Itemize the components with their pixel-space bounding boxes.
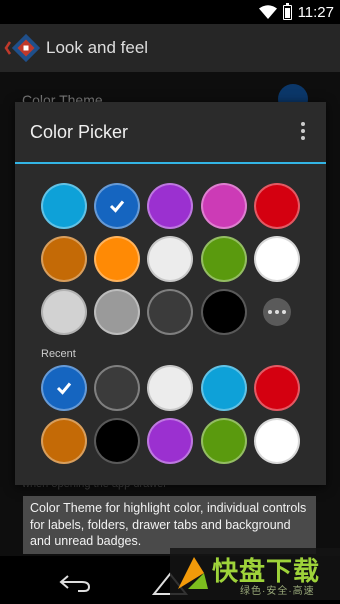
color-swatch[interactable]	[147, 289, 193, 335]
watermark-logo-icon	[178, 557, 208, 589]
color-swatch[interactable]	[41, 236, 87, 282]
color-picker-dialog: Color Picker Recent	[15, 102, 326, 485]
color-swatch[interactable]	[147, 236, 193, 282]
color-swatch[interactable]	[94, 183, 140, 229]
color-swatch[interactable]	[254, 236, 300, 282]
battery-icon	[282, 2, 292, 20]
color-swatch[interactable]	[41, 289, 87, 335]
recent-color-swatch[interactable]	[94, 418, 140, 464]
recent-color-swatch[interactable]	[201, 418, 247, 464]
help-toast: Color Theme for highlight color, individ…	[23, 496, 316, 554]
recent-color-swatch[interactable]	[94, 365, 140, 411]
action-bar: Look and feel	[0, 24, 340, 72]
dialog-title: Color Picker	[30, 122, 129, 142]
status-bar: 11:27	[0, 0, 340, 24]
recent-color-swatch[interactable]	[147, 418, 193, 464]
dialog-header: Color Picker	[15, 102, 326, 162]
color-swatch[interactable]	[201, 289, 247, 335]
dialog-divider	[15, 162, 326, 164]
recent-color-swatch[interactable]	[41, 418, 87, 464]
color-swatch[interactable]	[201, 236, 247, 282]
watermark-subtitle: 绿色·安全·高速	[240, 586, 315, 597]
recent-color-swatch[interactable]	[201, 365, 247, 411]
overflow-menu-icon[interactable]	[300, 122, 306, 142]
check-icon	[56, 382, 72, 395]
status-clock: 11:27	[297, 3, 334, 21]
color-swatch[interactable]	[94, 289, 140, 335]
color-swatch[interactable]	[254, 183, 300, 229]
wifi-icon	[258, 5, 277, 19]
watermark-logo: 快盘下载 绿色·安全·高速	[170, 548, 340, 600]
more-colors-icon[interactable]	[263, 298, 291, 326]
app-logo-icon[interactable]	[4, 32, 42, 64]
page-title: Look and feel	[46, 38, 149, 57]
color-swatch[interactable]	[201, 183, 247, 229]
recent-color-swatch[interactable]	[254, 365, 300, 411]
color-swatch[interactable]	[41, 183, 87, 229]
recent-color-swatch[interactable]	[254, 418, 300, 464]
recent-label: Recent	[41, 348, 76, 360]
recent-color-swatch[interactable]	[41, 365, 87, 411]
recent-color-swatch[interactable]	[147, 365, 193, 411]
back-icon[interactable]	[58, 574, 92, 592]
color-swatch[interactable]	[94, 236, 140, 282]
status-icons: 11:27	[258, 2, 334, 22]
check-icon	[109, 200, 125, 213]
color-swatch[interactable]	[147, 183, 193, 229]
